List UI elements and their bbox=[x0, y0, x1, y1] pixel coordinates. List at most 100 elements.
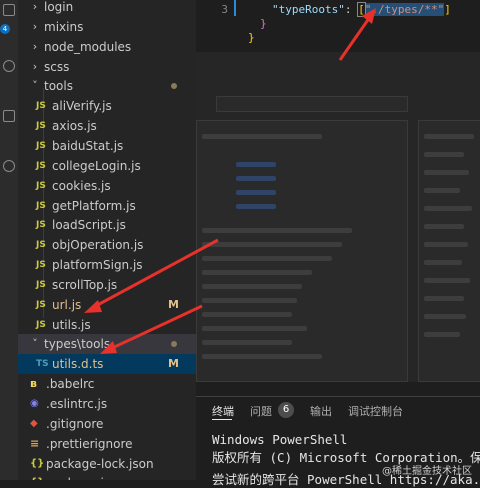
json-file-icon: {} bbox=[30, 473, 44, 480]
js-file-icon: JS bbox=[36, 220, 46, 231]
tree-item-label: aliVerify.js bbox=[52, 99, 112, 114]
run-debug-icon[interactable] bbox=[3, 160, 15, 172]
file-item[interactable]: JS cookies.js bbox=[18, 176, 196, 196]
source-control-icon[interactable] bbox=[3, 110, 15, 122]
blurred-text bbox=[202, 134, 322, 139]
blurred-text bbox=[202, 242, 342, 247]
blurred-text bbox=[424, 296, 464, 301]
terminal-line[interactable]: Windows PowerShell bbox=[212, 432, 347, 447]
tree-item-label: platformSign.js bbox=[52, 258, 143, 273]
blurred-text bbox=[424, 224, 464, 229]
file-item[interactable]: ◉ .eslintrc.js bbox=[18, 394, 196, 414]
blurred-text bbox=[424, 332, 460, 337]
chevron-right-icon[interactable]: › bbox=[30, 37, 40, 57]
activity-bar: 4 bbox=[0, 0, 18, 480]
chevron-right-icon[interactable]: › bbox=[30, 0, 40, 17]
tree-item-label: loadScript.js bbox=[52, 218, 126, 233]
tree-item-label: types\tools bbox=[44, 337, 111, 352]
chevron-down-icon[interactable]: ˅ bbox=[30, 76, 40, 96]
babel-file-icon: ʙ bbox=[30, 377, 37, 391]
json-file-icon: {} bbox=[30, 457, 45, 469]
blurred-text bbox=[424, 170, 469, 175]
code-line-closing-brace: } bbox=[248, 31, 255, 44]
blurred-text bbox=[202, 228, 352, 233]
file-item[interactable]: JS objOperation.js bbox=[18, 235, 196, 255]
modified-dot-icon bbox=[171, 341, 177, 348]
prettier-file-icon: ≡ bbox=[30, 436, 40, 450]
js-file-icon: JS bbox=[36, 260, 46, 271]
file-item[interactable]: {} package-lock.json bbox=[18, 454, 196, 474]
line-number: 3 bbox=[221, 3, 228, 16]
json-bracket-open: [ bbox=[357, 2, 366, 17]
tree-item-label: scrollTop.js bbox=[52, 277, 118, 292]
code-line-3[interactable]: "typeRoots": ["./types/**"] bbox=[272, 2, 451, 17]
file-item[interactable]: ʙ .babelrc bbox=[18, 374, 196, 394]
folder-item[interactable]: ˅ types\tools bbox=[18, 334, 196, 355]
chevron-down-icon[interactable]: ˅ bbox=[30, 334, 40, 354]
chevron-right-icon[interactable]: › bbox=[30, 17, 40, 37]
tree-item-label: mixins bbox=[44, 19, 84, 34]
folder-item[interactable]: › node_modules bbox=[18, 37, 196, 57]
blurred-text bbox=[424, 278, 470, 283]
folder-item[interactable]: › login bbox=[18, 0, 196, 17]
file-item[interactable]: JS collegeLogin.js bbox=[18, 156, 196, 176]
tree-item-label: objOperation.js bbox=[52, 238, 144, 253]
file-item[interactable]: TS utils.d.ts M bbox=[18, 354, 196, 375]
blurred-text bbox=[202, 340, 292, 345]
file-item[interactable]: JS loadScript.js bbox=[18, 215, 196, 235]
watermark: @稀土掘金技术社区 bbox=[382, 466, 472, 477]
blurred-text bbox=[202, 298, 297, 303]
tree-item-label: .gitignore bbox=[46, 416, 104, 431]
js-file-icon: JS bbox=[36, 299, 46, 310]
active-tab-indicator bbox=[212, 419, 232, 420]
tree-item-label: .babelrc bbox=[46, 377, 95, 392]
blurred-text bbox=[424, 242, 468, 247]
file-item[interactable]: JS axios.js bbox=[18, 116, 196, 136]
file-item[interactable]: JS getPlatform.js bbox=[18, 196, 196, 216]
folder-item[interactable]: › mixins bbox=[18, 17, 196, 37]
folder-item[interactable]: › scss bbox=[18, 57, 196, 77]
blurred-text bbox=[424, 188, 460, 193]
blurred-text bbox=[202, 326, 307, 331]
file-item[interactable]: {}package.json bbox=[18, 473, 196, 480]
blurred-text bbox=[202, 270, 312, 275]
blurred-toolbar bbox=[216, 96, 408, 112]
tab-problems[interactable]: 问题 bbox=[250, 403, 272, 419]
git-file-icon: ◆ bbox=[30, 417, 38, 429]
search-icon[interactable] bbox=[3, 60, 15, 72]
file-item[interactable]: JS aliVerify.js bbox=[18, 96, 196, 116]
tree-item-label: axios.js bbox=[52, 119, 97, 134]
modified-line-marker bbox=[234, 0, 236, 16]
blurred-text bbox=[236, 176, 276, 181]
js-file-icon: JS bbox=[36, 200, 46, 211]
file-item[interactable]: ◆ .gitignore bbox=[18, 414, 196, 434]
tree-item-label: utils.d.ts bbox=[52, 357, 104, 372]
file-item[interactable]: JS url.js M bbox=[18, 295, 196, 315]
tab-output[interactable]: 输出 bbox=[310, 403, 332, 419]
file-item[interactable]: JS baiduStat.js bbox=[18, 136, 196, 156]
tab-debug-console[interactable]: 调试控制台 bbox=[348, 403, 403, 419]
js-file-icon: JS bbox=[36, 101, 46, 112]
tree-item-label: scss bbox=[44, 59, 70, 74]
chevron-right-icon[interactable]: › bbox=[30, 57, 40, 77]
js-file-icon: JS bbox=[36, 121, 46, 132]
tree-item-label: cookies.js bbox=[52, 178, 111, 193]
folder-item[interactable]: ˅ tools bbox=[18, 76, 196, 96]
file-item[interactable]: JS scrollTop.js bbox=[18, 275, 196, 295]
json-string-value: "./types/**" bbox=[364, 3, 445, 16]
blurred-browser-window bbox=[196, 52, 480, 382]
tab-terminal[interactable]: 终端 bbox=[212, 403, 234, 419]
file-item[interactable]: JS utils.js bbox=[18, 315, 196, 335]
blurred-text bbox=[424, 260, 462, 265]
blurred-text bbox=[202, 312, 292, 317]
file-item[interactable]: JS platformSign.js bbox=[18, 255, 196, 275]
tree-item-label: url.js bbox=[52, 297, 82, 312]
js-file-icon: JS bbox=[36, 319, 46, 330]
problems-count-badge: 6 bbox=[278, 402, 294, 418]
explorer-icon[interactable] bbox=[3, 4, 15, 16]
tree-item-label: package.json bbox=[46, 473, 125, 480]
file-item[interactable]: ≡ .prettierignore bbox=[18, 434, 196, 454]
tree-item-label: collegeLogin.js bbox=[52, 158, 141, 173]
blurred-text bbox=[236, 204, 276, 209]
tree-item-label: baiduStat.js bbox=[52, 138, 124, 153]
